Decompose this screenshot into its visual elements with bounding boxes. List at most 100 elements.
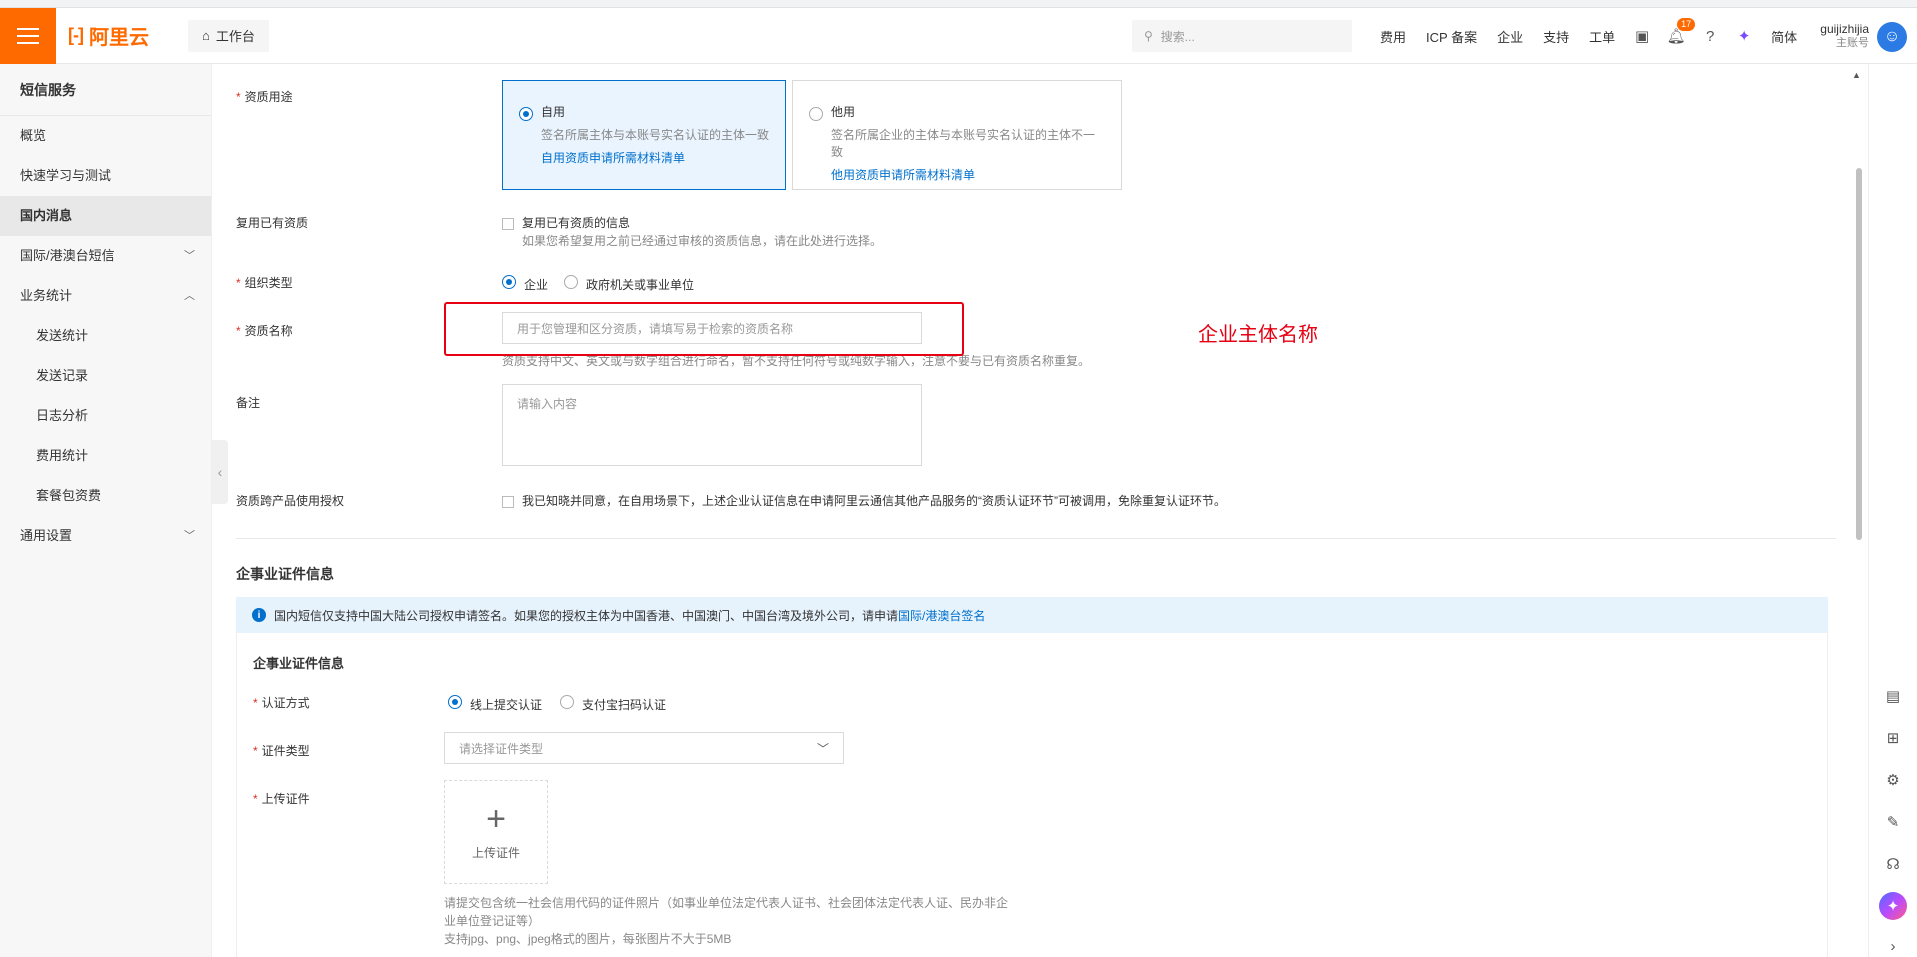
sidebar-item-quickstart[interactable]: 快速学习与测试 bbox=[0, 156, 211, 196]
self-use-radio[interactable] bbox=[519, 107, 533, 121]
self-use-card[interactable]: 自用 签名所属主体与本账号实名认证的主体一致 自用资质申请所需材料清单 bbox=[502, 80, 786, 190]
method-radios: 线上提交认证 支付宝扫码认证 bbox=[448, 695, 688, 712]
api-icon[interactable]: ⊞ bbox=[1879, 724, 1907, 752]
reuse-checkbox[interactable] bbox=[502, 217, 514, 230]
chevron-down-icon: ﹀ bbox=[184, 250, 195, 262]
sidebar-item-log-analysis[interactable]: 日志分析 bbox=[0, 396, 211, 436]
section-divider bbox=[236, 538, 1836, 539]
auth-checkbox-row[interactable]: 我已知晓并同意，在自用场景下，上述企业认证信息在申请阿里云通信其他产品服务的“资… bbox=[502, 492, 1226, 509]
right-tool-rail: ▤ ⊞ ⚙ ✎ ☊ ✦ › bbox=[1868, 64, 1917, 957]
nav-link-enterprise[interactable]: 企业 bbox=[1487, 27, 1533, 46]
workbench-label: 工作台 bbox=[215, 29, 255, 44]
terminal-icon[interactable]: ▣ bbox=[1625, 8, 1659, 64]
self-use-desc: 签名所属主体与本账号实名认证的主体一致 bbox=[541, 128, 770, 142]
chevron-up-icon: ︿ bbox=[184, 290, 195, 302]
info-text: 国内短信仅支持中国大陆公司授权申请签名。如果您的授权主体为中国香港、中国澳门、中… bbox=[274, 608, 899, 623]
method-alipay-radio[interactable] bbox=[560, 695, 574, 709]
other-use-materials-link[interactable]: 他用资质申请所需材料清单 bbox=[831, 166, 1105, 183]
sidebar-item-fee-stats[interactable]: 费用统计 bbox=[0, 436, 211, 476]
logo-text: 阿里云 bbox=[88, 27, 149, 49]
sidebar-item-package-price[interactable]: 套餐包资费 bbox=[0, 476, 211, 516]
sidebar-collapse-button[interactable]: ‹ bbox=[212, 440, 228, 504]
headset-icon[interactable]: ☊ bbox=[1879, 850, 1907, 878]
bell-icon[interactable]: 🔔︎ 17 bbox=[1659, 8, 1696, 64]
sidebar-item-overview[interactable]: 概览 bbox=[0, 116, 211, 156]
sidebar-item-send-records[interactable]: 发送记录 bbox=[0, 356, 211, 396]
chevron-down-icon: ﹀ bbox=[184, 530, 195, 542]
language-switch[interactable]: 简体 bbox=[1761, 27, 1807, 46]
sidebar-item-domestic[interactable]: 国内消息 bbox=[0, 196, 211, 236]
sidebar-item-label: 概览 bbox=[20, 128, 47, 143]
usage-label: * 资质用途 bbox=[236, 90, 293, 104]
scrollbar-thumb[interactable] bbox=[1856, 168, 1862, 540]
upload-hint-line1: 请提交包含统一社会信用代码的证件照片（如事业单位法定代表人证书、社会团体法定代表… bbox=[444, 896, 1009, 910]
avatar-icon[interactable]: ☺ bbox=[1877, 22, 1907, 52]
nav-link-support[interactable]: 支持 bbox=[1533, 27, 1579, 46]
other-use-title: 他用 bbox=[831, 105, 856, 119]
chevron-left-icon: ‹ bbox=[217, 464, 223, 480]
plus-icon: + bbox=[486, 799, 506, 838]
upload-button[interactable]: + 上传证件 bbox=[444, 780, 548, 884]
self-use-title: 自用 bbox=[541, 105, 566, 119]
search-input[interactable]: ⚲ 搜索... bbox=[1132, 20, 1352, 52]
upload-button-label: 上传证件 bbox=[471, 845, 520, 860]
nav-link-ticket[interactable]: 工单 bbox=[1579, 27, 1625, 46]
upload-hint-line3: 支持jpg、png、jpeg格式的图片，每张图片不大于5MB bbox=[444, 932, 732, 946]
reuse-hint: 如果您希望复用之前已经通过审核的资质信息，请在此处进行选择。 bbox=[522, 234, 883, 248]
upload-label: * 上传证件 bbox=[253, 792, 310, 806]
ai-assistant-icon[interactable]: ✦ bbox=[1727, 8, 1761, 64]
cert-section-title: 企事业证件信息 bbox=[236, 566, 334, 582]
document-icon[interactable]: ▤ bbox=[1879, 682, 1907, 710]
other-use-desc: 签名所属企业的主体与本账号实名认证的主体不一致 bbox=[831, 128, 1096, 159]
auth-checkbox-label: 我已知晓并同意，在自用场景下，上述企业认证信息在申请阿里云通信其他产品服务的“资… bbox=[522, 494, 1226, 508]
auth-checkbox[interactable] bbox=[502, 495, 514, 508]
workbench-button[interactable]: ⌂ 工作台 bbox=[188, 19, 269, 52]
org-type-radios: 企业 政府机关或事业单位 bbox=[502, 275, 742, 292]
type-label: * 证件类型 bbox=[253, 744, 310, 758]
sidebar-title: 短信服务 bbox=[0, 64, 211, 116]
aliyun-logo[interactable]: [-] 阿里云 bbox=[68, 21, 168, 50]
cert-inner-title: 企事业证件信息 bbox=[253, 656, 345, 671]
org-type-label: * 组织类型 bbox=[236, 276, 293, 290]
other-use-card[interactable]: 他用 签名所属企业的主体与本账号实名认证的主体不一致 他用资质申请所需材料清单 bbox=[792, 80, 1122, 190]
search-icon: ⚲ bbox=[1144, 29, 1153, 43]
method-alipay-label: 支付宝扫码认证 bbox=[582, 698, 667, 712]
scroll-up-icon[interactable]: ▲ bbox=[1852, 70, 1861, 80]
menu-icon[interactable] bbox=[0, 7, 56, 64]
help-icon[interactable]: ? bbox=[1693, 8, 1727, 64]
remark-textarea[interactable]: 请输入内容 bbox=[502, 384, 922, 466]
main-form: * 资质用途 自用 签名所属主体与本账号实名认证的主体一致 自用资质申请所需材料清… bbox=[228, 64, 1858, 957]
international-sign-link[interactable]: 国际/港澳台签名 bbox=[898, 607, 985, 624]
sidebar-item-label: 国际/港澳台短信 bbox=[20, 248, 115, 263]
edit-icon[interactable]: ✎ bbox=[1879, 808, 1907, 836]
reuse-checkbox-row[interactable]: 复用已有资质的信息 bbox=[502, 214, 630, 231]
cert-type-select[interactable]: 请选择证件类型 ﹀ bbox=[444, 732, 844, 764]
ai-assistant-icon[interactable]: ✦ bbox=[1879, 892, 1907, 920]
method-online-label: 线上提交认证 bbox=[470, 698, 543, 712]
home-icon: ⌂ bbox=[202, 28, 210, 43]
sidebar-item-international[interactable]: 国际/港澳台短信 ﹀ bbox=[0, 236, 211, 276]
method-online-radio[interactable] bbox=[448, 695, 462, 709]
highlight-box bbox=[444, 302, 964, 356]
sidebar-item-label: 发送统计 bbox=[36, 328, 89, 343]
annotation-label: 企业主体名称 bbox=[1198, 324, 1318, 346]
sidebar-item-label: 通用设置 bbox=[20, 528, 73, 543]
org-gov-label: 政府机关或事业单位 bbox=[586, 278, 695, 292]
sidebar-item-label: 发送记录 bbox=[36, 368, 89, 383]
other-use-radio[interactable] bbox=[809, 107, 823, 121]
nav-link-icp[interactable]: ICP 备案 bbox=[1416, 27, 1487, 46]
chevron-right-icon[interactable]: › bbox=[1879, 932, 1907, 957]
sidebar-item-general-settings[interactable]: 通用设置 ﹀ bbox=[0, 516, 211, 556]
org-enterprise-radio[interactable] bbox=[502, 275, 516, 289]
nav-link-fee[interactable]: 费用 bbox=[1370, 27, 1416, 46]
reuse-label: 复用已有资质 bbox=[236, 216, 309, 230]
org-gov-radio[interactable] bbox=[564, 275, 578, 289]
settings-icon[interactable]: ⚙ bbox=[1879, 766, 1907, 794]
search-placeholder: 搜索... bbox=[1160, 29, 1195, 44]
user-info[interactable]: guijizhijia 主账号 bbox=[1820, 22, 1869, 50]
upload-hint: 请提交包含统一社会信用代码的证件照片（如事业单位法定代表人证书、社会团体法定代表… bbox=[444, 894, 1008, 948]
sidebar-item-send-stats[interactable]: 发送统计 bbox=[0, 316, 211, 356]
sidebar-item-label: 套餐包资费 bbox=[36, 488, 102, 503]
sidebar-item-statistics[interactable]: 业务统计 ︿ bbox=[0, 276, 211, 316]
self-use-materials-link[interactable]: 自用资质申请所需材料清单 bbox=[541, 149, 769, 166]
